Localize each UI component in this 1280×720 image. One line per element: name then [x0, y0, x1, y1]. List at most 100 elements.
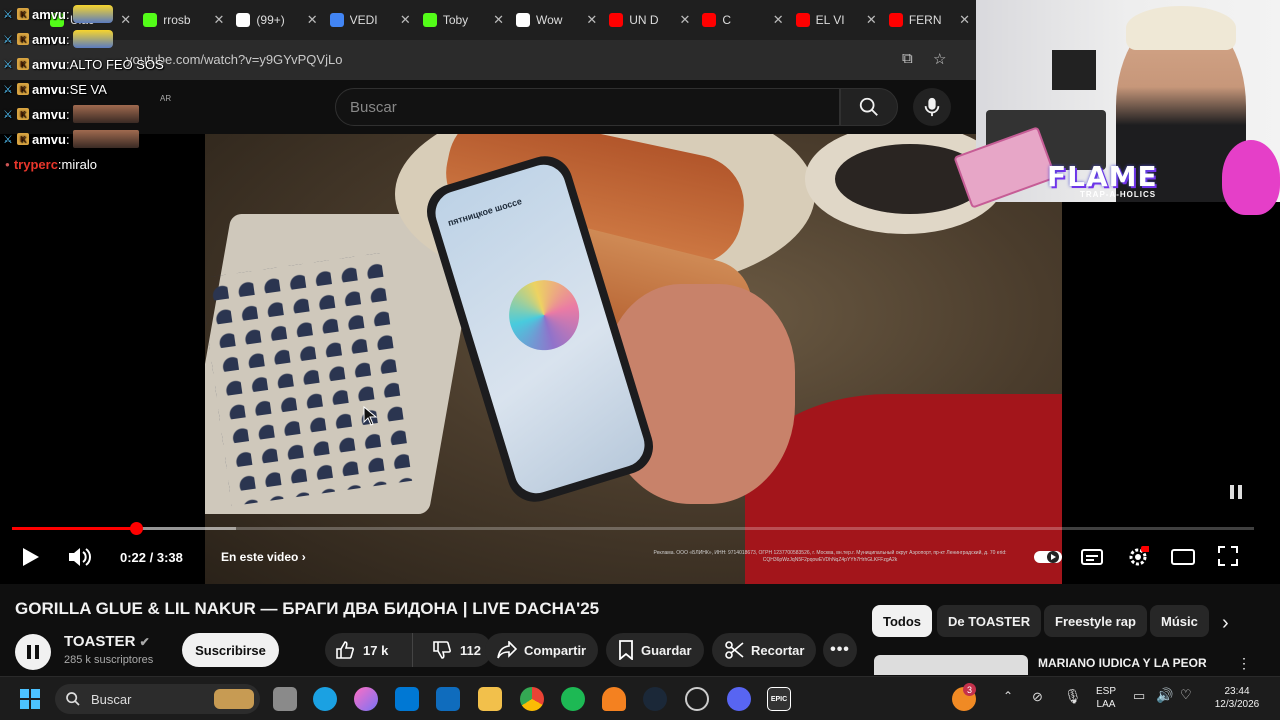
more-vertical-icon[interactable]: ⋮ [1237, 655, 1251, 672]
epic-games-icon[interactable]: EPIC [767, 687, 791, 711]
windows-start-button[interactable] [18, 687, 42, 711]
browser-tab[interactable]: (99+) ✕ [230, 5, 323, 35]
microphone-icon[interactable]: 🎙 [1064, 688, 1082, 705]
close-tab-icon[interactable]: ✕ [773, 12, 784, 28]
taskbar-search-label: Buscar [91, 691, 132, 707]
play-button[interactable] [18, 544, 44, 570]
file-explorer-icon[interactable] [478, 687, 502, 711]
streamer-hat [1126, 6, 1236, 50]
channel-avatar[interactable] [15, 634, 51, 670]
channel-name[interactable]: TOASTER ✔ [64, 633, 150, 650]
thumbs-up-icon [336, 641, 354, 659]
speaker-icon[interactable]: 🔊 [1156, 687, 1173, 704]
chevron-right-icon[interactable]: › [1222, 612, 1229, 635]
save-button[interactable]: Guardar [606, 633, 704, 667]
phone-map-blob [500, 271, 588, 359]
browser-tab[interactable]: FERN ✕ [883, 5, 976, 35]
youtube-icon [702, 13, 717, 27]
filter-chip[interactable]: Todos [872, 605, 933, 637]
dislike-button[interactable]: 112 [420, 633, 481, 667]
close-tab-icon[interactable]: ✕ [400, 12, 411, 28]
more-actions-button[interactable]: ••• [823, 633, 857, 667]
voice-search-button[interactable] [913, 88, 951, 126]
close-tab-icon[interactable]: ✕ [586, 12, 597, 28]
recommendation-thumbnail[interactable] [874, 655, 1028, 675]
filter-chip[interactable]: De TOASTER [937, 605, 1042, 637]
subscribe-button[interactable]: Suscribirse [182, 633, 279, 667]
outlook-icon[interactable] [436, 687, 460, 711]
browser-tab[interactable]: Toby ✕ [417, 5, 510, 35]
browser-tab[interactable]: C ✕ [696, 5, 789, 35]
share-button[interactable]: Compartir [485, 633, 599, 667]
close-tab-icon[interactable]: ✕ [493, 12, 504, 28]
chevron-up-icon[interactable]: ⌃ [1003, 689, 1013, 703]
country-code: AR [160, 94, 172, 103]
search-input[interactable]: Buscar [335, 88, 840, 126]
discord-icon[interactable] [727, 687, 751, 711]
network-off-icon[interactable]: ⊘ [1032, 689, 1043, 705]
chrome-icon[interactable] [520, 687, 544, 711]
browser-tab[interactable]: rrosb ✕ [137, 5, 230, 35]
like-button[interactable]: 17 k [325, 633, 413, 667]
install-app-icon[interactable]: ⧉ [902, 50, 913, 67]
app-icon [516, 13, 531, 27]
edge-icon[interactable] [313, 687, 337, 711]
browser-tab-label: (99+) [256, 13, 285, 27]
task-view-icon[interactable] [273, 687, 297, 711]
volume-button[interactable] [66, 544, 94, 570]
filter-chip[interactable]: Músic [1150, 605, 1209, 637]
settings-button[interactable] [1125, 544, 1151, 570]
chat-separator: : [65, 31, 70, 47]
chat-separator: : [65, 106, 70, 122]
bookmark-star-icon[interactable]: ☆ [933, 50, 946, 68]
fullscreen-button[interactable] [1216, 544, 1240, 568]
moderator-badge-icon: ⚔ [3, 84, 13, 96]
browser-tab[interactable]: UN D ✕ [603, 5, 696, 35]
browser-tab-label: UN D [629, 13, 659, 27]
browser-tab-label: rrosb [163, 13, 191, 27]
video-frame[interactable]: пятницкое шоссе Реклама. ООО «БЛИНК», ИН… [205, 134, 1062, 584]
clock[interactable]: 23:44 12/3/2026 [1204, 685, 1270, 711]
close-tab-icon[interactable]: ✕ [307, 12, 318, 28]
subtitles-button[interactable] [1080, 546, 1104, 568]
copilot-icon[interactable] [354, 687, 378, 711]
cloudflare-icon[interactable] [602, 687, 626, 711]
moderator-badge-icon: ⚔ [3, 134, 13, 146]
browser-tab[interactable]: VEDI ✕ [324, 5, 417, 35]
chat-text: miralo [61, 156, 97, 172]
clip-button[interactable]: Recortar [712, 633, 817, 667]
autoplay-toggle[interactable] [1032, 547, 1064, 567]
close-tab-icon[interactable]: ✕ [214, 12, 225, 28]
chapters-button[interactable]: En este video › [221, 550, 306, 564]
subscriber-badge-icon: K [17, 58, 29, 70]
mouse-cursor-icon [363, 406, 377, 426]
like-count: 17 k [363, 642, 389, 658]
progress-bar[interactable] [12, 522, 1254, 535]
video-title: GORILLA GLUE & LIL NAKUR — БРАГИ ДВА БИД… [15, 599, 600, 618]
openai-icon[interactable] [685, 687, 709, 711]
youtube-icon [888, 13, 903, 27]
subscriber-badge-icon: K [17, 33, 29, 45]
scrubber-handle[interactable] [130, 522, 144, 535]
store-icon[interactable] [395, 687, 419, 711]
close-tab-icon[interactable]: ✕ [959, 12, 970, 28]
chat-username: amvu [32, 56, 66, 72]
browser-tab-label: EL VI [815, 13, 845, 27]
display-icon[interactable]: ▭ [1133, 688, 1145, 704]
browser-tab[interactable]: Wow ✕ [510, 5, 603, 35]
spotify-icon[interactable] [561, 687, 585, 711]
battery-icon[interactable]: ♡ [1180, 687, 1192, 703]
theater-mode-button[interactable] [1170, 546, 1196, 568]
recommendation-title[interactable]: MARIANO IUDICA Y LA PEOR [1038, 656, 1207, 670]
search-button[interactable] [840, 88, 898, 126]
input-language[interactable]: ESP LAA [1092, 685, 1120, 711]
kick-icon [143, 13, 158, 27]
close-tab-icon[interactable]: ✕ [866, 12, 877, 28]
close-tab-icon[interactable]: ✕ [120, 12, 131, 28]
filter-chip[interactable]: Freestyle rap [1044, 605, 1147, 637]
close-tab-icon[interactable]: ✕ [680, 12, 691, 28]
browser-tab[interactable]: EL VI ✕ [790, 5, 883, 35]
taskbar-search[interactable]: Buscar [55, 684, 260, 714]
time-display: 0:22 / 3:38 [120, 550, 183, 565]
steam-icon[interactable] [643, 687, 667, 711]
